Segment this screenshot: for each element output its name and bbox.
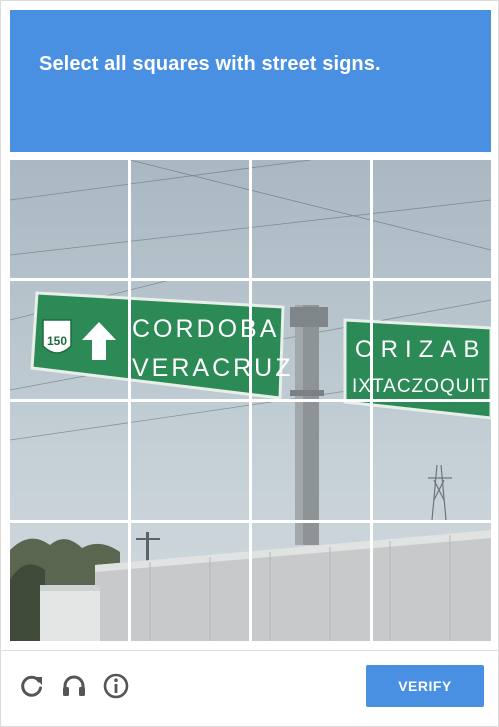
grid-tile-r4-c4[interactable] bbox=[373, 523, 491, 641]
footer-divider bbox=[0, 650, 499, 651]
instruction-header: Select all squares with street signs. bbox=[10, 10, 491, 152]
grid-divider bbox=[10, 399, 491, 402]
grid-tile-r3-c3[interactable] bbox=[252, 402, 370, 520]
instruction-title: Select all squares with street signs. bbox=[39, 53, 381, 75]
grid-tile-r4-c3[interactable] bbox=[252, 523, 370, 641]
grid-tile-r1-c3[interactable] bbox=[252, 160, 370, 278]
grid-tile-r1-c1[interactable] bbox=[10, 160, 128, 278]
info-icon[interactable] bbox=[101, 671, 131, 701]
grid-tile-r3-c4[interactable] bbox=[373, 402, 491, 520]
grid-tile-r2-c1[interactable] bbox=[10, 281, 128, 399]
grid-tile-r4-c2[interactable] bbox=[131, 523, 249, 641]
headphones-icon[interactable] bbox=[59, 671, 89, 701]
grid-tile-r2-c3[interactable] bbox=[252, 281, 370, 399]
reload-icon[interactable] bbox=[17, 671, 47, 701]
grid-tile-r3-c1[interactable] bbox=[10, 402, 128, 520]
grid-tile-r3-c2[interactable] bbox=[131, 402, 249, 520]
grid-tile-r2-c4[interactable] bbox=[373, 281, 491, 399]
grid-tile-r4-c1[interactable] bbox=[10, 523, 128, 641]
grid-divider bbox=[10, 278, 491, 281]
grid-tile-r1-c2[interactable] bbox=[131, 160, 249, 278]
grid-tile-r2-c2[interactable] bbox=[131, 281, 249, 399]
image-grid: 150 CORDOBA VERACRUZ ORIZAB IXTACZOQUITL bbox=[10, 160, 491, 641]
verify-button[interactable]: VERIFY bbox=[366, 665, 484, 707]
grid-divider bbox=[10, 520, 491, 523]
grid-tile-r1-c4[interactable] bbox=[373, 160, 491, 278]
